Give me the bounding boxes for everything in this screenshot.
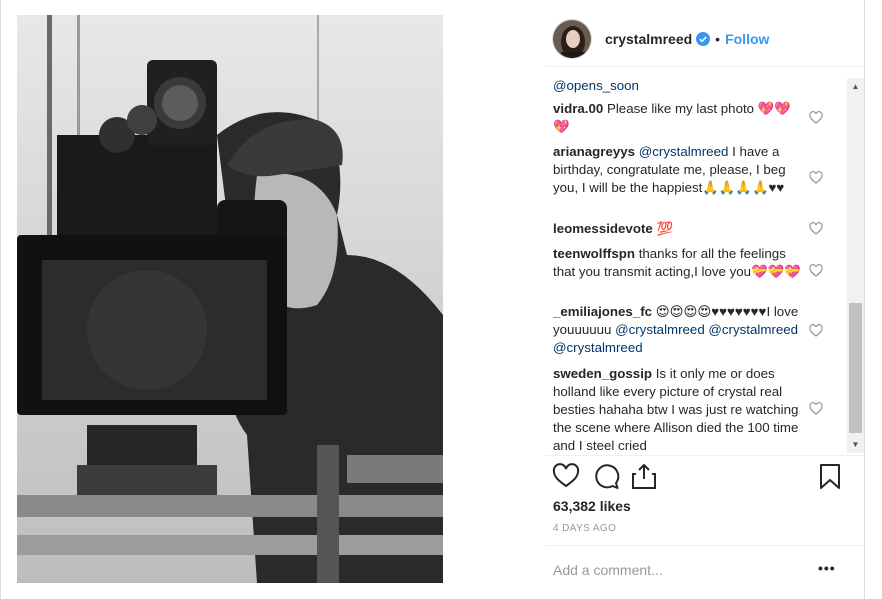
action-bar	[552, 462, 844, 494]
avatar-image	[553, 20, 591, 58]
window-edge-left	[0, 0, 1, 599]
header-divider	[545, 66, 864, 67]
comment-like-heart-icon[interactable]	[809, 324, 823, 338]
comment-username[interactable]: teenwolffspn	[553, 246, 635, 261]
comment-text: 💯	[652, 221, 674, 236]
comment-username[interactable]: vidra.00	[553, 101, 603, 116]
comment-like-heart-icon[interactable]	[809, 264, 823, 278]
comment-username[interactable]: sweden_gossip	[553, 366, 652, 381]
comment-username[interactable]: _emiliajones_fc	[553, 304, 652, 319]
comment-like-heart-icon[interactable]	[809, 111, 823, 125]
comment-item: leomessidevote 💯	[553, 220, 803, 238]
share-icon[interactable]	[630, 462, 658, 490]
comment-like-heart-icon[interactable]	[809, 402, 823, 416]
post-header: crystalmreed • Follow	[552, 17, 852, 61]
comment-item: sweden_gossip Is it only me or does holl…	[553, 365, 803, 455]
verified-badge-icon	[696, 32, 711, 46]
add-comment-input[interactable]: Add a comment...	[553, 562, 663, 578]
comment-like-heart-icon[interactable]	[809, 171, 823, 185]
post-photo[interactable]	[17, 15, 443, 583]
comments-list[interactable]: @opens_soon vidra.00 Please like my last…	[553, 72, 845, 456]
comment-mention[interactable]: @crystalmreed	[635, 144, 729, 159]
comment-item: teenwolffspn thanks for all the feelings…	[553, 245, 803, 281]
scroll-up-arrow-icon[interactable]: ▲	[847, 78, 864, 95]
comments-scrollbar[interactable]: ▲ ▼	[847, 78, 864, 453]
separator-dot: •	[715, 31, 721, 47]
comment-item: @opens_soon	[553, 77, 803, 95]
comment-item: _emiliajones_fc 😍😍😍😍♥♥♥♥♥♥♥I love youuuu…	[553, 303, 803, 357]
comment-bubble-icon[interactable]	[592, 462, 620, 490]
post-timestamp[interactable]: 4 DAYS AGO	[553, 523, 616, 534]
photo-illustration	[17, 15, 443, 583]
bookmark-icon[interactable]	[816, 462, 844, 490]
heart-icon[interactable]	[552, 462, 580, 490]
comment-like-heart-icon[interactable]	[809, 222, 823, 236]
add-comment-divider	[545, 545, 864, 546]
user-avatar[interactable]	[552, 19, 592, 59]
username-link[interactable]: crystalmreed	[605, 31, 692, 47]
follow-button[interactable]: Follow	[725, 31, 769, 47]
scroll-down-arrow-icon[interactable]: ▼	[847, 436, 864, 453]
comment-item: arianagreyys @crystalmreed I have a birt…	[553, 143, 803, 197]
comment-username[interactable]: arianagreyys	[553, 144, 635, 159]
comment-item: vidra.00 Please like my last photo 💖💖💖	[553, 100, 803, 136]
more-options-button[interactable]: •••	[818, 560, 836, 576]
scrollbar-thumb[interactable]	[849, 303, 862, 433]
comment-mention[interactable]: @opens_soon	[553, 78, 639, 93]
likes-count[interactable]: 63,382 likes	[553, 498, 631, 514]
window-edge-right	[864, 0, 865, 599]
comment-username[interactable]: leomessidevote	[553, 221, 653, 236]
comments-divider	[545, 455, 864, 456]
